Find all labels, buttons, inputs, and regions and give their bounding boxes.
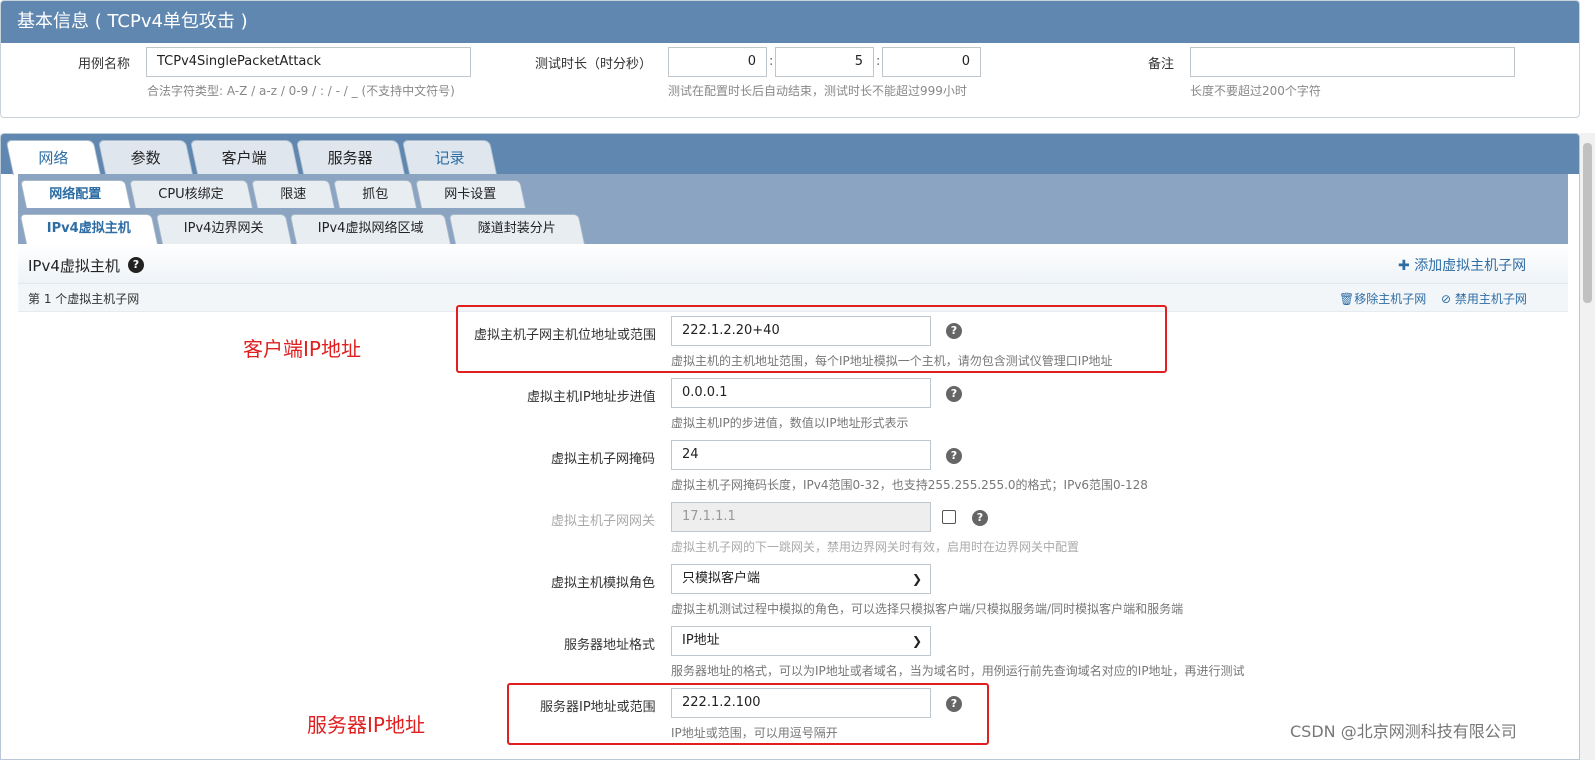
client-ip-annotation: 客户端IP地址 — [243, 337, 361, 361]
gateway-hint: 虚拟主机子网的下一跳网关，禁用边界网关时有效，启用时在边界网关中配置 — [671, 540, 1080, 554]
tab-client[interactable]: 客户端 — [189, 140, 299, 174]
subtab-ipv4-virtual-host[interactable]: IPv4虚拟主机 — [19, 214, 158, 244]
subtab-cpu-binding[interactable]: CPU核绑定 — [129, 180, 253, 208]
tab-server[interactable]: 服务器 — [295, 140, 405, 174]
duration-hint: 测试在配置时长后自动结束，测试时长不能超过999小时 — [668, 84, 967, 98]
chevron-down-icon: ❯ — [911, 634, 922, 648]
section-header: IPv4虚拟主机 ? ✚ 添加虚拟主机子网 — [18, 244, 1568, 284]
watermark: CSDN @北京网测科技有限公司 — [1290, 722, 1517, 741]
main-tab-bar: 网络 参数 客户端 服务器 记录 — [1, 134, 1579, 175]
sub-tab-area: 网络配置 CPU核绑定 限速 抓包 网卡设置 IPv4虚拟主机 IPv4边界网关… — [18, 174, 1568, 244]
client-ip-highlight-box — [456, 305, 1167, 373]
subtab-tunnel-fragment[interactable]: 隧道封装分片 — [448, 214, 585, 244]
plus-icon: ✚ — [1398, 258, 1410, 274]
subtab-nic-settings[interactable]: 网卡设置 — [415, 180, 526, 208]
gateway-input[interactable]: 17.1.1.1 — [671, 502, 931, 532]
duration-hours-input[interactable]: 0 — [668, 47, 767, 77]
note-hint: 长度不要超过200个字符 — [1190, 84, 1321, 98]
add-subnet-link[interactable]: ✚ 添加虚拟主机子网 — [1398, 255, 1526, 275]
duration-seconds-input[interactable]: 0 — [882, 47, 981, 77]
scrollbar-thumb[interactable] — [1583, 143, 1592, 303]
mask-hint: 虚拟主机子网掩码长度，IPv4范围0-32，也支持255.255.255.0的格… — [671, 478, 1148, 492]
disable-subnet-link[interactable]: ⊘ 禁用主机子网 — [1441, 290, 1527, 307]
role-hint: 虚拟主机测试过程中模拟的角色，可以选择只模拟客户端/只模拟服务端/同时模拟客户端… — [671, 602, 1184, 616]
subtab-rate-limit[interactable]: 限速 — [251, 180, 335, 208]
server-format-hint: 服务器地址的格式，可以为IP地址或者域名，当为域名时，用例运行前先查询域名对应的… — [671, 664, 1245, 678]
section-title: IPv4虚拟主机 — [28, 257, 120, 275]
ip-step-input[interactable]: 0.0.0.1 — [671, 378, 931, 408]
ip-step-hint: 虚拟主机IP的步进值，数值以IP地址形式表示 — [671, 416, 909, 430]
duration-minutes-input[interactable]: 5 — [775, 47, 874, 77]
tab-network[interactable]: 网络 — [5, 140, 102, 175]
duration-separator: : — [769, 54, 774, 69]
subnet-label: 第 1 个虚拟主机子网 — [28, 292, 140, 306]
tab-records[interactable]: 记录 — [401, 140, 497, 174]
case-name-input[interactable]: TCPv4SinglePacketAttack — [146, 47, 471, 77]
duration-separator: : — [876, 54, 881, 69]
ip-step-label: 虚拟主机IP地址步进值 — [527, 390, 656, 405]
help-icon[interactable]: ? — [946, 448, 962, 464]
subtab-capture[interactable]: 抓包 — [333, 180, 417, 208]
server-ip-annotation: 服务器IP地址 — [307, 713, 425, 737]
case-name-hint: 合法字符类型: A-Z / a-z / 0-9 / : / - / _ (不支持… — [147, 84, 455, 98]
note-input[interactable] — [1190, 47, 1515, 77]
remove-subnet-link[interactable]: 🗑移除主机子网 — [1339, 290, 1426, 307]
help-icon[interactable]: ? — [946, 386, 962, 402]
role-select[interactable]: 只模拟客户端 ❯ — [671, 564, 931, 594]
trash-icon: 🗑 — [1339, 292, 1355, 306]
help-icon[interactable]: ? — [128, 257, 144, 273]
server-format-label: 服务器地址格式 — [564, 638, 656, 653]
scrollbar-track[interactable] — [1580, 133, 1595, 760]
note-label: 备注 — [1148, 57, 1175, 72]
case-name-label: 用例名称 — [78, 57, 131, 72]
subtab-network-config[interactable]: 网络配置 — [20, 180, 131, 208]
gateway-label: 虚拟主机子网网关 — [551, 514, 656, 529]
server-ip-highlight-box — [507, 683, 989, 745]
mask-label: 虚拟主机子网掩码 — [551, 452, 656, 467]
basic-info-title: 基本信息 ( TCPv4单包攻击 ) — [1, 1, 1579, 43]
help-icon[interactable]: ? — [972, 510, 988, 526]
subtab-ipv4-virtual-zone[interactable]: IPv4虚拟网络区域 — [289, 214, 451, 244]
duration-label: 测试时长（时分秒） — [535, 57, 653, 72]
role-label: 虚拟主机模拟角色 — [551, 576, 656, 591]
gateway-enable-checkbox[interactable] — [942, 510, 956, 524]
chevron-down-icon: ❯ — [911, 572, 922, 586]
ban-icon: ⊘ — [1441, 292, 1452, 306]
subtab-ipv4-border-gateway[interactable]: IPv4边界网关 — [155, 214, 292, 244]
server-format-select[interactable]: IP地址 ❯ — [671, 626, 931, 656]
mask-input[interactable]: 24 — [671, 440, 931, 470]
tab-params[interactable]: 参数 — [97, 140, 193, 174]
